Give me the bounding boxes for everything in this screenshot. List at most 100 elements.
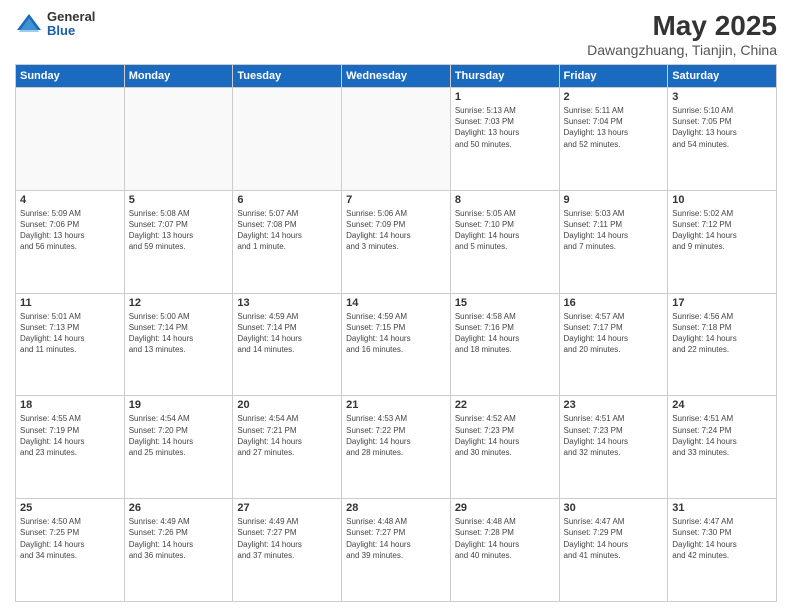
- day-number: 2: [564, 91, 664, 103]
- table-row: 30 Sunrise: 4:47 AM Sunset: 7:29 PM Dayli…: [559, 499, 668, 602]
- day-info: Sunrise: 4:49 AM Sunset: 7:26 PM Dayligh…: [129, 516, 229, 561]
- day-info: Sunrise: 4:50 AM Sunset: 7:25 PM Dayligh…: [20, 516, 120, 561]
- day-number: 7: [346, 194, 446, 206]
- col-saturday: Saturday: [668, 65, 777, 88]
- calendar-table: Sunday Monday Tuesday Wednesday Thursday…: [15, 64, 777, 602]
- day-info: Sunrise: 4:48 AM Sunset: 7:27 PM Dayligh…: [346, 516, 446, 561]
- table-row: 27 Sunrise: 4:49 AM Sunset: 7:27 PM Dayli…: [233, 499, 342, 602]
- day-number: 6: [237, 194, 337, 206]
- col-thursday: Thursday: [450, 65, 559, 88]
- table-row: 9 Sunrise: 5:03 AM Sunset: 7:11 PM Daylig…: [559, 190, 668, 293]
- day-number: 23: [564, 399, 664, 411]
- day-number: 17: [672, 297, 772, 309]
- table-row: 16Sunrise: 4:57 AM Sunset: 7:17 PM Dayli…: [559, 293, 668, 396]
- table-row: 21 Sunrise: 4:53 AM Sunset: 7:22 PM Dayli…: [342, 396, 451, 499]
- day-number: 11: [20, 297, 120, 309]
- table-row: 17 Sunrise: 4:56 AM Sunset: 7:18 PM Dayli…: [668, 293, 777, 396]
- day-info: Sunrise: 5:10 AM Sunset: 7:05 PM Dayligh…: [672, 105, 772, 150]
- table-row: 7Sunrise: 5:06 AM Sunset: 7:09 PM Daylig…: [342, 190, 451, 293]
- table-row: 25 Sunrise: 4:50 AM Sunset: 7:25 PM Dayli…: [16, 499, 125, 602]
- day-number: 3: [672, 91, 772, 103]
- table-row: 19 Sunrise: 4:54 AM Sunset: 7:20 PM Dayli…: [124, 396, 233, 499]
- day-info: Sunrise: 4:57 AM Sunset: 7:17 PM Dayligh…: [564, 311, 664, 356]
- day-number: 19: [129, 399, 229, 411]
- day-number: 22: [455, 399, 555, 411]
- day-info: Sunrise: 5:00 AM Sunset: 7:14 PM Dayligh…: [129, 311, 229, 356]
- table-row: 20 Sunrise: 4:54 AM Sunset: 7:21 PM Dayli…: [233, 396, 342, 499]
- day-number: 9: [564, 194, 664, 206]
- day-info: Sunrise: 4:51 AM Sunset: 7:23 PM Dayligh…: [564, 413, 664, 458]
- col-sunday: Sunday: [16, 65, 125, 88]
- table-row: 26 Sunrise: 4:49 AM Sunset: 7:26 PM Dayli…: [124, 499, 233, 602]
- logo-blue-text: Blue: [47, 24, 95, 38]
- table-row: [124, 88, 233, 191]
- table-row: 22Sunrise: 4:52 AM Sunset: 7:23 PM Dayli…: [450, 396, 559, 499]
- day-info: Sunrise: 5:07 AM Sunset: 7:08 PM Dayligh…: [237, 208, 337, 253]
- day-number: 20: [237, 399, 337, 411]
- table-row: 23 Sunrise: 4:51 AM Sunset: 7:23 PM Dayli…: [559, 396, 668, 499]
- title-location: Dawangzhuang, Tianjin, China: [587, 42, 777, 58]
- day-info: Sunrise: 5:09 AM Sunset: 7:06 PM Dayligh…: [20, 208, 120, 253]
- table-row: 3 Sunrise: 5:10 AM Sunset: 7:05 PM Daylig…: [668, 88, 777, 191]
- table-row: 29Sunrise: 4:48 AM Sunset: 7:28 PM Dayli…: [450, 499, 559, 602]
- table-row: 2 Sunrise: 5:11 AM Sunset: 7:04 PM Daylig…: [559, 88, 668, 191]
- day-info: Sunrise: 4:54 AM Sunset: 7:21 PM Dayligh…: [237, 413, 337, 458]
- day-info: Sunrise: 5:08 AM Sunset: 7:07 PM Dayligh…: [129, 208, 229, 253]
- logo-icon: [15, 10, 43, 38]
- day-info: Sunrise: 5:02 AM Sunset: 7:12 PM Dayligh…: [672, 208, 772, 253]
- day-number: 25: [20, 502, 120, 514]
- day-number: 5: [129, 194, 229, 206]
- col-tuesday: Tuesday: [233, 65, 342, 88]
- day-number: 13: [237, 297, 337, 309]
- page: General Blue May 2025 Dawangzhuang, Tian…: [0, 0, 792, 612]
- day-info: Sunrise: 4:59 AM Sunset: 7:15 PM Dayligh…: [346, 311, 446, 356]
- table-row: 11Sunrise: 5:01 AM Sunset: 7:13 PM Dayli…: [16, 293, 125, 396]
- calendar-week-1: 1Sunrise: 5:13 AM Sunset: 7:03 PM Daylig…: [16, 88, 777, 191]
- day-number: 15: [455, 297, 555, 309]
- day-info: Sunrise: 4:59 AM Sunset: 7:14 PM Dayligh…: [237, 311, 337, 356]
- table-row: 4 Sunrise: 5:09 AM Sunset: 7:06 PM Daylig…: [16, 190, 125, 293]
- day-number: 28: [346, 502, 446, 514]
- day-info: Sunrise: 4:54 AM Sunset: 7:20 PM Dayligh…: [129, 413, 229, 458]
- day-number: 10: [672, 194, 772, 206]
- table-row: 5 Sunrise: 5:08 AM Sunset: 7:07 PM Daylig…: [124, 190, 233, 293]
- logo-text: General Blue: [47, 10, 95, 39]
- calendar-week-2: 4 Sunrise: 5:09 AM Sunset: 7:06 PM Daylig…: [16, 190, 777, 293]
- table-row: 18Sunrise: 4:55 AM Sunset: 7:19 PM Dayli…: [16, 396, 125, 499]
- day-number: 21: [346, 399, 446, 411]
- table-row: 12 Sunrise: 5:00 AM Sunset: 7:14 PM Dayli…: [124, 293, 233, 396]
- header: General Blue May 2025 Dawangzhuang, Tian…: [15, 10, 777, 58]
- day-info: Sunrise: 4:53 AM Sunset: 7:22 PM Dayligh…: [346, 413, 446, 458]
- table-row: [342, 88, 451, 191]
- table-row: 28 Sunrise: 4:48 AM Sunset: 7:27 PM Dayli…: [342, 499, 451, 602]
- day-number: 4: [20, 194, 120, 206]
- calendar-week-5: 25 Sunrise: 4:50 AM Sunset: 7:25 PM Dayli…: [16, 499, 777, 602]
- day-number: 27: [237, 502, 337, 514]
- day-number: 26: [129, 502, 229, 514]
- day-number: 24: [672, 399, 772, 411]
- day-info: Sunrise: 5:13 AM Sunset: 7:03 PM Dayligh…: [455, 105, 555, 150]
- table-row: 31 Sunrise: 4:47 AM Sunset: 7:30 PM Dayli…: [668, 499, 777, 602]
- day-info: Sunrise: 4:49 AM Sunset: 7:27 PM Dayligh…: [237, 516, 337, 561]
- day-info: Sunrise: 5:11 AM Sunset: 7:04 PM Dayligh…: [564, 105, 664, 150]
- day-info: Sunrise: 4:56 AM Sunset: 7:18 PM Dayligh…: [672, 311, 772, 356]
- table-row: [16, 88, 125, 191]
- day-number: 8: [455, 194, 555, 206]
- day-number: 12: [129, 297, 229, 309]
- col-wednesday: Wednesday: [342, 65, 451, 88]
- calendar-header-row: Sunday Monday Tuesday Wednesday Thursday…: [16, 65, 777, 88]
- table-row: 14Sunrise: 4:59 AM Sunset: 7:15 PM Dayli…: [342, 293, 451, 396]
- day-info: Sunrise: 4:51 AM Sunset: 7:24 PM Dayligh…: [672, 413, 772, 458]
- table-row: [233, 88, 342, 191]
- title-block: May 2025 Dawangzhuang, Tianjin, China: [587, 10, 777, 58]
- day-info: Sunrise: 4:58 AM Sunset: 7:16 PM Dayligh…: [455, 311, 555, 356]
- day-info: Sunrise: 5:03 AM Sunset: 7:11 PM Dayligh…: [564, 208, 664, 253]
- day-info: Sunrise: 4:47 AM Sunset: 7:30 PM Dayligh…: [672, 516, 772, 561]
- col-friday: Friday: [559, 65, 668, 88]
- table-row: 6 Sunrise: 5:07 AM Sunset: 7:08 PM Daylig…: [233, 190, 342, 293]
- day-number: 31: [672, 502, 772, 514]
- day-number: 30: [564, 502, 664, 514]
- day-info: Sunrise: 4:47 AM Sunset: 7:29 PM Dayligh…: [564, 516, 664, 561]
- table-row: 15 Sunrise: 4:58 AM Sunset: 7:16 PM Dayli…: [450, 293, 559, 396]
- table-row: 10 Sunrise: 5:02 AM Sunset: 7:12 PM Dayli…: [668, 190, 777, 293]
